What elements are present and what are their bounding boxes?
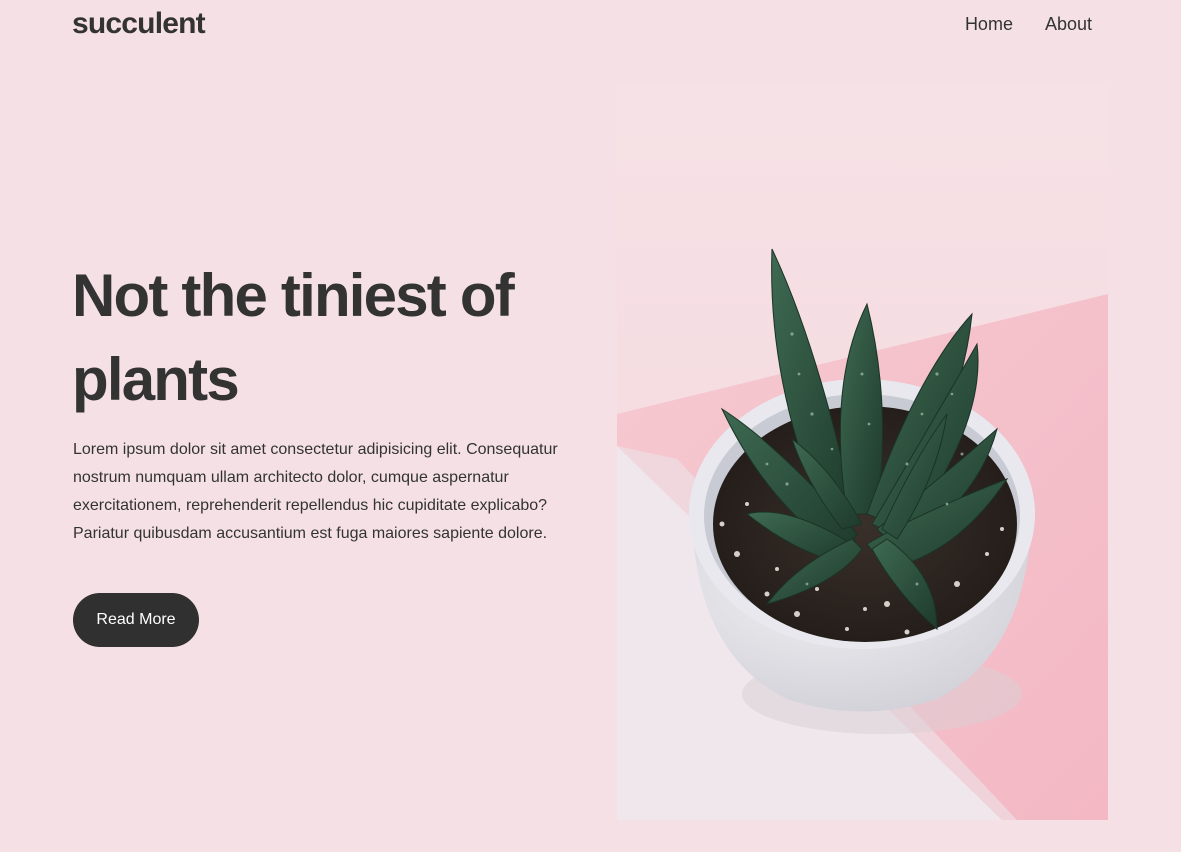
hero-description: Lorem ipsum dolor sit amet consectetur a…	[73, 441, 558, 542]
nav-link-about[interactable]: About	[1045, 12, 1092, 36]
read-more-button[interactable]: Read More	[73, 593, 199, 647]
hero-title: Not the tiniest of plants	[72, 262, 515, 413]
nav-link-home[interactable]: Home	[965, 12, 1013, 36]
site-logo[interactable]: succulent	[72, 6, 206, 42]
main-nav: Home About	[965, 12, 1092, 36]
succulent-photo	[617, 84, 1108, 820]
site-header: succulent Home About	[0, 0, 1181, 48]
